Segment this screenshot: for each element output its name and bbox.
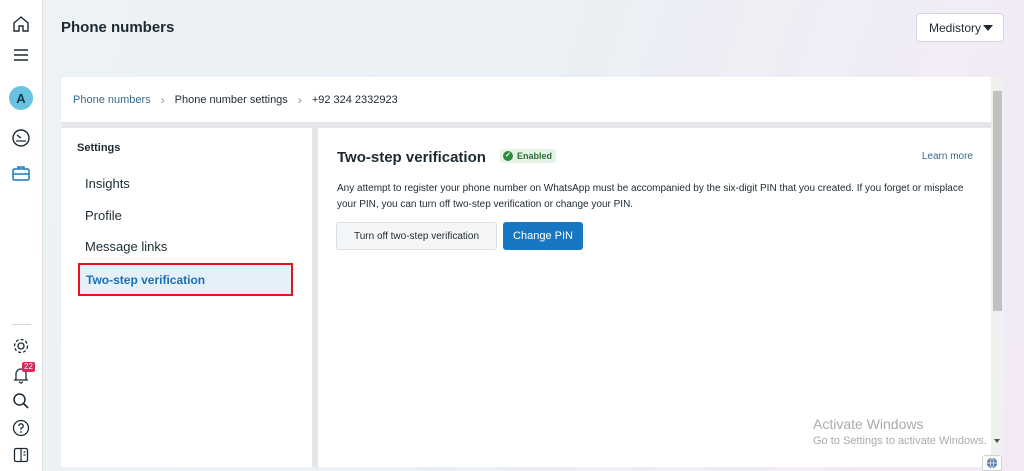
left-rail: A 22	[0, 0, 43, 471]
avatar-letter: A	[16, 90, 26, 106]
main-container: Phone numbers › Phone number settings › …	[61, 77, 1004, 467]
breadcrumb: Phone numbers › Phone number settings › …	[61, 77, 991, 122]
caret-down-icon	[983, 25, 993, 31]
vertical-scrollbar[interactable]	[991, 77, 1004, 467]
account-switcher-button[interactable]: Medistory	[916, 13, 1004, 42]
page-title: Phone numbers	[61, 19, 175, 36]
account-name: Medistory	[929, 20, 982, 35]
status-text: Enabled	[517, 151, 553, 161]
learn-more-link[interactable]: Learn more	[922, 151, 973, 162]
gear-icon[interactable]	[10, 335, 32, 357]
chevron-right-icon: ›	[160, 92, 165, 107]
turn-off-two-step-button[interactable]: Turn off two-step verification	[336, 222, 497, 250]
search-icon[interactable]	[10, 390, 32, 412]
breadcrumb-phone-numbers[interactable]: Phone numbers	[73, 94, 151, 106]
settings-item-label: Two-step verification	[86, 272, 206, 287]
settings-item-two-step-verification[interactable]: Two-step verification	[78, 263, 293, 296]
globe-icon[interactable]	[982, 455, 1002, 471]
avatar[interactable]: A	[9, 86, 33, 110]
briefcase-icon[interactable]	[10, 162, 32, 184]
scroll-down-arrow-icon[interactable]	[994, 439, 1000, 443]
content-panel: Two-step verification ✓ Enabled Learn mo…	[318, 128, 991, 467]
breadcrumb-phone-number-settings[interactable]: Phone number settings	[175, 94, 288, 106]
dashboard-gauge-icon[interactable]	[10, 127, 32, 149]
home-icon[interactable]	[10, 13, 32, 35]
notification-badge: 22	[22, 362, 35, 372]
settings-item-message-links[interactable]: Message links	[85, 239, 167, 254]
breadcrumb-phone-number: +92 324 2332923	[311, 93, 398, 106]
status-badge: ✓ Enabled	[500, 149, 557, 163]
panel-toggle-icon[interactable]	[10, 444, 32, 466]
settings-title: Settings	[77, 142, 121, 154]
settings-item-profile[interactable]: Profile	[85, 208, 122, 223]
section-title: Two-step verification	[337, 149, 486, 166]
help-icon[interactable]	[10, 417, 32, 439]
check-circle-icon: ✓	[503, 151, 513, 161]
settings-item-insights[interactable]: Insights	[85, 176, 130, 191]
scrollbar-thumb[interactable]	[993, 91, 1002, 311]
chevron-right-icon: ›	[297, 92, 302, 107]
change-pin-button[interactable]: Change PIN	[503, 222, 583, 250]
settings-panel: Settings Insights Profile Message links …	[61, 128, 312, 467]
rail-divider	[12, 324, 31, 325]
description-text: Any attempt to register your phone numbe…	[337, 183, 964, 210]
menu-icon[interactable]	[10, 44, 32, 66]
